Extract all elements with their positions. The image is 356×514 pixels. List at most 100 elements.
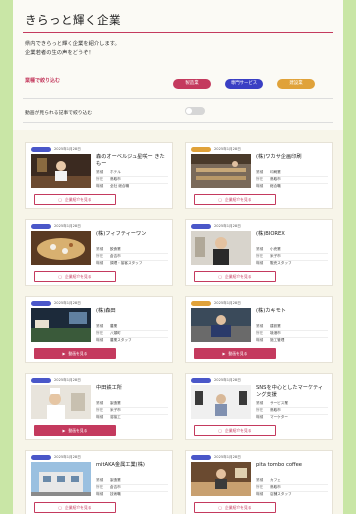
company-photo[interactable] (31, 308, 91, 342)
company-photo[interactable] (31, 231, 91, 265)
industry-row: 業種 飲食業 (96, 247, 121, 251)
company-photo[interactable] (31, 385, 91, 419)
title-underline (23, 32, 333, 33)
company-card[interactable]: 2025年1月28日 (株)BIOREX 業種 小売業 所在 米子市 職種 販売スタッフ ▢ 企業… (185, 219, 333, 286)
category-badge (191, 301, 211, 306)
category-badge (31, 301, 51, 306)
category-badge (31, 147, 51, 152)
company-card[interactable]: 2025年1月28日 mitAKA金属工業(株) 業種 製造業 所在 倉吉市 職種 技術職 ▢ 企… (25, 450, 173, 514)
read-article-button[interactable]: ▢ 企業紹介を見る (34, 271, 116, 282)
company-photo[interactable] (191, 385, 251, 419)
page-title: きらっと輝く企業 (25, 13, 121, 27)
category-badge (31, 224, 51, 229)
category-badge (31, 378, 51, 383)
company-photo[interactable] (31, 154, 91, 188)
location-row: 所在 境港市 (256, 331, 281, 335)
industry-row: 業種 建設業 (256, 324, 281, 328)
location-row: 所在 鳥取市 (256, 177, 281, 181)
industry-row: 業種 カフェ (256, 478, 281, 482)
job-row: 職種 農業スタッフ (96, 338, 132, 342)
company-card[interactable]: 2025年1月28日 (株)森田 業種 農業 所在 八頭町 職種 農業スタッフ ▶ 動画を見る (25, 296, 173, 363)
job-row: 職種 施工管理 (256, 338, 285, 342)
company-card[interactable]: 2025年1月28日 (株)フィフティーワン 業種 飲食業 所在 倉吉市 職種 調理・接客スタ… (25, 219, 173, 286)
post-date: 2025年1月28日 (214, 301, 241, 305)
button-label: 企業紹介を見る (65, 505, 92, 510)
read-article-button[interactable]: ▢ 企業紹介を見る (34, 502, 116, 513)
button-label: 動画を見る (228, 351, 248, 356)
company-name[interactable]: (株)BIOREX (256, 231, 328, 238)
company-name[interactable]: 中田鉄工所 (96, 385, 168, 392)
document-icon: ▢ (218, 505, 222, 510)
company-photo[interactable] (191, 154, 251, 188)
company-photo[interactable] (191, 231, 251, 265)
company-name[interactable]: (株)フィフティーワン (96, 231, 168, 238)
industry-row: 業種 印刷業 (256, 170, 281, 174)
post-date: 2025年1月28日 (214, 147, 241, 151)
location-row: 所在 鳥取市 (256, 408, 281, 412)
job-row: 職種 販売スタッフ (256, 261, 292, 265)
company-name[interactable]: (株)ワカサ企画印刷 (256, 154, 328, 161)
company-card[interactable]: 2025年1月28日 pita tombo coffee 業種 カフェ所在 鳥取市職種店… (185, 450, 333, 514)
document-icon: ▢ (218, 197, 222, 202)
filter-pill-manufacturing[interactable]: 製造業 (173, 79, 211, 89)
document-icon: ▢ (218, 428, 222, 433)
read-article-button[interactable]: ▢ 企業紹介を見る (194, 425, 276, 436)
company-card[interactable]: 2025年1月28日 (株)カキモト 業種 建設業所在 境港市職種 施工管理 ▶ 動画を見る (185, 296, 333, 363)
button-label: 企業紹介を見る (225, 505, 252, 510)
location-row: 所在 米子市 (256, 254, 281, 258)
filter-pill-construction[interactable]: 建設業 (277, 79, 315, 89)
post-date: 2025年1月28日 (54, 301, 81, 305)
company-name[interactable]: SNSを中心としたマーケティング支援 (256, 385, 328, 399)
company-card[interactable]: 2025年1月28日 森のオーベルジュ星咲ー きたもー 業種 ホテル 所在 鳥取市 職種 全社… (25, 142, 173, 209)
watch-video-button[interactable]: ▶ 動画を見る (194, 348, 276, 359)
read-article-button[interactable]: ▢ 企業紹介を見る (194, 271, 276, 282)
button-label: 動画を見る (68, 351, 88, 356)
video-filter-toggle[interactable] (185, 107, 205, 115)
intro-line-2: 企業若者の生の声をどうぞ！ (25, 50, 94, 56)
post-date: 2025年1月28日 (214, 455, 241, 459)
category-badge (191, 224, 211, 229)
job-row: 職種 マーケター (256, 415, 288, 419)
watch-video-button[interactable]: ▶ 動画を見る (34, 348, 116, 359)
location-row: 所在 倉吉市 (96, 254, 121, 258)
company-name[interactable]: mitAKA金属工業(株) (96, 462, 168, 469)
intro-line-1: 県内できらっと輝く企業を紹介します。 (25, 41, 120, 47)
company-card-grid: 2025年1月28日 森のオーベルジュ星咲ー きたもー 業種 ホテル 所在 鳥取市 職種 全社… (13, 130, 343, 514)
document-icon: ▢ (218, 274, 222, 279)
industry-filter-label: 業種で絞り込む (25, 78, 61, 84)
company-name[interactable]: (株)森田 (96, 308, 168, 315)
read-article-button[interactable]: ▢ 企業紹介を見る (34, 194, 116, 205)
play-icon: ▶ (62, 428, 66, 433)
location-row: 所在 鳥取市 (256, 485, 281, 489)
industry-row: 業種 製造業 (96, 478, 121, 482)
job-row: 職種 店舗スタッフ (256, 492, 292, 496)
job-row: 職種 溶接工 (96, 415, 121, 419)
company-name[interactable]: 森のオーベルジュ星咲ー きたもー (96, 154, 168, 168)
company-card[interactable]: 2025年1月28日 SNSを中心としたマーケティング支援 業種 サービス業 所在 鳥取市… (185, 373, 333, 440)
company-name[interactable]: (株)カキモト (256, 308, 328, 315)
filter-pill-services[interactable]: 専門サービス (225, 79, 263, 89)
company-card[interactable]: 2025年1月28日 中田鉄工所 業種 製造業 所在 米子市 職種 溶接工 ▶ 動画を見る (25, 373, 173, 440)
button-label: 企業紹介を見る (225, 274, 252, 279)
industry-row: 業種 サービス業 (256, 401, 288, 405)
company-name[interactable]: pita tombo coffee (256, 462, 328, 469)
company-photo[interactable] (31, 462, 91, 496)
industry-row: 業種 農業 (96, 324, 118, 328)
job-row: 職種 技術職 (96, 492, 121, 496)
watch-video-button[interactable]: ▶ 動画を見る (34, 425, 116, 436)
button-label: 企業紹介を見る (225, 197, 252, 202)
job-row: 職種 総合職 (256, 184, 281, 188)
industry-row: 業種 小売業 (256, 247, 281, 251)
document-icon: ▢ (58, 505, 62, 510)
read-article-button[interactable]: ▢ 企業紹介を見る (194, 194, 276, 205)
industry-row: 業種 製造業 (96, 401, 121, 405)
company-photo[interactable] (191, 308, 251, 342)
button-label: 動画を見る (68, 428, 88, 433)
post-date: 2025年1月28日 (54, 378, 81, 382)
company-photo[interactable] (191, 462, 251, 496)
read-article-button[interactable]: ▢ 企業紹介を見る (194, 502, 276, 513)
post-date: 2025年1月28日 (54, 224, 81, 228)
company-card[interactable]: 2025年1月28日 (株)ワカサ企画印刷 業種 印刷業所在 鳥取市職種 総合職 ▢ 企業紹介… (185, 142, 333, 209)
location-row: 所在 鳥取市 (96, 177, 121, 181)
intro-text: 県内できらっと輝く企業を紹介します。 企業若者の生の声をどうぞ！ (25, 40, 120, 58)
